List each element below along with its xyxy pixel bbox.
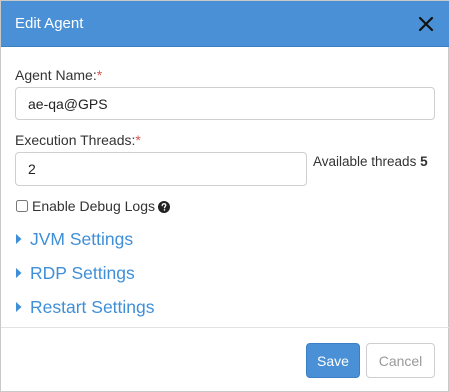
available-threads-value: 5	[420, 154, 428, 169]
rdp-settings-toggle[interactable]: RDP Settings	[15, 262, 135, 284]
caret-right-icon	[16, 302, 22, 312]
footer-divider	[1, 327, 449, 328]
enable-debug-logs-checkbox[interactable]	[16, 199, 28, 212]
jvm-settings-toggle[interactable]: JVM Settings	[15, 228, 133, 250]
restart-settings-label: Restart Settings	[30, 297, 155, 317]
required-mark: *	[135, 132, 141, 148]
execution-threads-input[interactable]	[15, 152, 307, 186]
agent-name-label-text: Agent Name:	[15, 67, 97, 83]
enable-debug-logs-label: Enable Debug Logs	[32, 197, 155, 214]
available-threads-label: Available threads	[313, 154, 417, 169]
execution-threads-label: Execution Threads:*	[15, 132, 141, 148]
question-circle-icon[interactable]	[158, 200, 170, 213]
edit-agent-dialog: Edit Agent Agent Name:* Execution Thread…	[0, 0, 449, 392]
execution-threads-label-text: Execution Threads:	[15, 132, 136, 148]
caret-right-icon	[16, 268, 22, 278]
restart-settings-toggle[interactable]: Restart Settings	[15, 296, 155, 318]
close-icon	[418, 16, 434, 32]
caret-right-icon	[16, 234, 22, 244]
debug-logs-row: Enable Debug Logs	[15, 197, 170, 214]
cancel-button[interactable]: Cancel	[366, 343, 435, 378]
dialog-header: Edit Agent	[1, 1, 449, 47]
save-button[interactable]: Save	[306, 343, 360, 378]
dialog-title: Edit Agent	[15, 15, 84, 32]
close-button[interactable]	[414, 12, 438, 36]
jvm-settings-label: JVM Settings	[30, 229, 134, 249]
rdp-settings-label: RDP Settings	[30, 263, 135, 283]
required-mark: *	[96, 67, 103, 83]
available-threads: Available threads 5	[313, 154, 428, 170]
agent-name-label: Agent Name:*	[15, 67, 102, 83]
agent-name-input[interactable]	[15, 87, 435, 120]
